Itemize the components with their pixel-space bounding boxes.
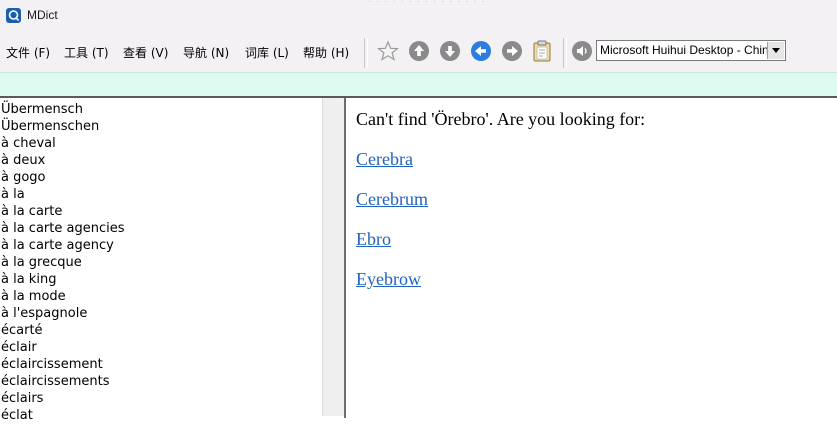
word-list-item[interactable]: à la king [1,271,321,288]
definition-pane: Can't find 'Örebro'. Are you looking for… [346,96,837,416]
previous-word-button[interactable] [408,40,430,62]
forward-button[interactable] [501,40,523,62]
word-list-items: Übermensch Übermenschen à cheval à deux … [1,101,321,424]
word-list-item[interactable]: à la grecque [1,254,321,271]
suggestion-link[interactable]: Cerebra [356,149,413,170]
paste-button[interactable] [531,40,553,62]
mdict-app-icon [6,8,21,23]
word-list-item[interactable]: Übermenschen [1,118,321,135]
suggestion-link[interactable]: Eyebrow [356,269,421,290]
speak-button[interactable] [571,40,593,62]
word-list-item[interactable]: à gogo [1,169,321,186]
word-list-item[interactable]: à cheval [1,135,321,152]
word-list: Übermensch Übermenschen à cheval à deux … [0,96,339,423]
word-list-item[interactable]: à la mode [1,288,321,305]
forward-icon [502,41,522,61]
favorite-button[interactable] [377,40,399,62]
arrow-up-icon [409,41,429,61]
word-list-item[interactable]: éclairs [1,390,321,407]
toolbar-separator [364,38,368,68]
suggestion-link[interactable]: Ebro [356,229,391,250]
next-word-button[interactable] [439,40,461,62]
word-list-item[interactable]: éclaircissements [1,373,321,390]
word-list-item[interactable]: écarté [1,322,321,339]
window-title: MDict [27,8,58,22]
word-list-scrollbar[interactable] [322,98,339,416]
word-list-item[interactable]: à la carte [1,203,321,220]
back-icon [471,41,491,61]
voice-select[interactable]: Microsoft Huihui Desktop - Chinese [596,40,786,61]
title-bar: MDict · · · · · · · · · · · · · · · [0,0,837,32]
word-list-item[interactable]: éclaircissement [1,356,321,373]
speaker-icon [572,41,592,61]
menu-tools[interactable]: 工具 (T) [64,44,109,61]
menu-library[interactable]: 词库 (L) [245,44,289,61]
menu-file[interactable]: 文件 (F) [6,44,50,61]
word-list-item[interactable]: à la [1,186,321,203]
word-list-item[interactable]: à la carte agency [1,237,321,254]
voice-select-value: Microsoft Huihui Desktop - Chinese [600,43,768,57]
pane-splitter[interactable] [338,96,346,418]
title-ghost-text: · · · · · · · · · · · · · · · [368,0,486,7]
word-list-item[interactable]: Übermensch [1,101,321,118]
suggestion-link[interactable]: Cerebrum [356,189,428,210]
word-list-item[interactable]: à deux [1,152,321,169]
star-icon [377,40,399,61]
menu-toolbar: 文件 (F) 工具 (T) 查看 (V) 导航 (N) 词库 (L) 帮助 (H… [0,32,837,72]
menu-view[interactable]: 查看 (V) [123,44,168,61]
arrow-down-icon [440,41,460,61]
search-strip[interactable] [0,72,837,97]
not-found-message: Can't find 'Örebro'. Are you looking for… [356,109,646,129]
back-button[interactable] [470,40,492,62]
menu-help[interactable]: 帮助 (H) [303,44,349,61]
word-list-item[interactable]: à l'espagnole [1,305,321,322]
menu-navigate[interactable]: 导航 (N) [183,44,229,61]
word-list-item[interactable]: éclair [1,339,321,356]
word-list-item[interactable]: à la carte agencies [1,220,321,237]
toolbar-separator-2 [563,38,567,68]
chevron-down-icon[interactable] [767,42,784,59]
clipboard-icon [533,40,551,62]
